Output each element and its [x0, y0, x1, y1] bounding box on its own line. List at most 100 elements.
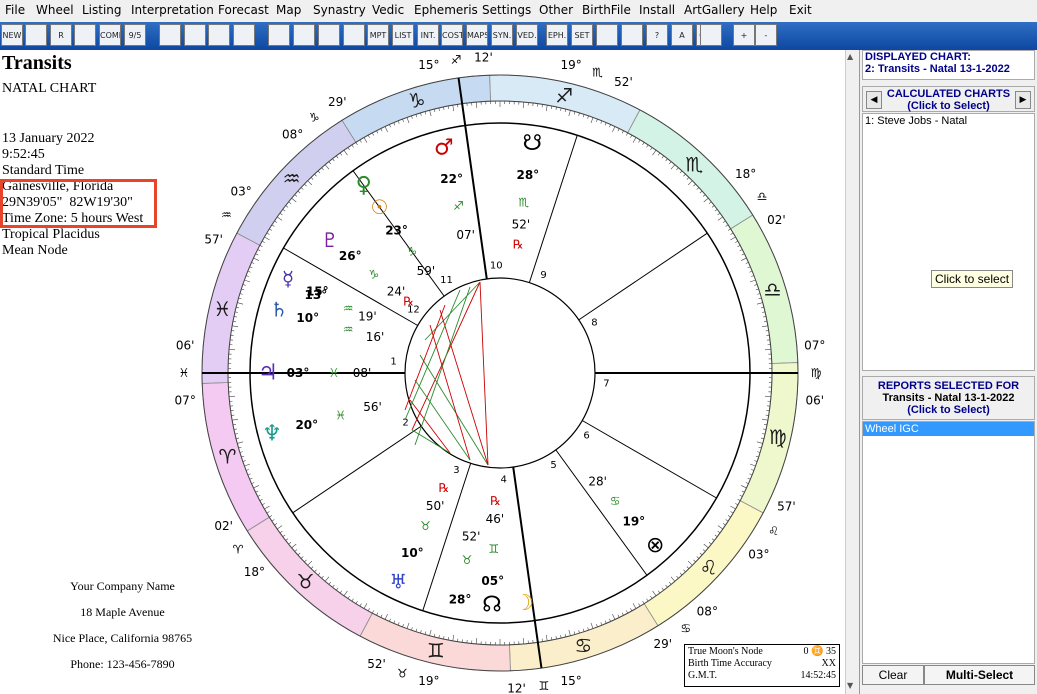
- menu-settings[interactable]: Settings: [482, 3, 531, 17]
- degree-tick: [277, 525, 283, 530]
- menu-map[interactable]: Map: [276, 3, 301, 17]
- vedic-icon[interactable]: VED.: [516, 24, 538, 46]
- cusp-degree: 08°: [697, 604, 718, 618]
- fonts-icon[interactable]: A: [671, 24, 693, 46]
- midpoint-icon[interactable]: MPT: [367, 24, 389, 46]
- cusp-sign: ♋: [680, 622, 691, 636]
- harmonic-icon[interactable]: 9/5: [124, 24, 146, 46]
- menu-listing[interactable]: Listing: [82, 3, 122, 17]
- color-wheel-icon[interactable]: [343, 24, 365, 46]
- multi-select-button[interactable]: Multi-Select: [924, 665, 1035, 685]
- zoom-in-icon[interactable]: +: [733, 24, 755, 46]
- menu-other[interactable]: Other: [539, 3, 573, 17]
- degree-tick: [740, 257, 747, 261]
- sign-glyph: ♑: [408, 88, 426, 112]
- degree-tick: [764, 348, 771, 351]
- wheel-style-icon[interactable]: [268, 24, 290, 46]
- cusp-degree: 15°: [560, 674, 581, 688]
- cusp-minute: 02': [214, 519, 233, 533]
- degree-tick: [740, 485, 747, 489]
- ephemeris-icon[interactable]: EPH.: [546, 24, 568, 46]
- calculated-charts-list[interactable]: 1: Steve Jobs - Natal Click to select: [862, 113, 1035, 371]
- print-icon[interactable]: [208, 24, 230, 46]
- cusp-minute: 03°: [748, 547, 769, 561]
- copy-icon[interactable]: [159, 24, 181, 46]
- menu-install[interactable]: Install: [639, 3, 675, 17]
- menu-synastry[interactable]: Synastry: [313, 3, 366, 17]
- degree-tick: [730, 236, 736, 241]
- degree-tick: [429, 110, 432, 117]
- degree-tick: [730, 505, 736, 510]
- menu-ephemeris[interactable]: Ephemeris: [414, 3, 478, 17]
- help-icon[interactable]: ?: [646, 24, 668, 46]
- info-label-accuracy: Birth Time Accuracy: [688, 658, 772, 669]
- degree-tick: [670, 576, 676, 582]
- synastry-icon[interactable]: SYN.: [491, 24, 513, 46]
- menu-help[interactable]: Help: [750, 3, 777, 17]
- degree-tick: [406, 622, 410, 629]
- planet-glyph: ☽: [514, 591, 534, 616]
- cusp-degree: 07°: [804, 338, 825, 352]
- composite-icon[interactable]: COMP: [99, 24, 121, 46]
- calc-prev-arrow[interactable]: ◀: [866, 91, 882, 109]
- list-icon[interactable]: LIST: [392, 24, 414, 46]
- stars-icon[interactable]: [74, 24, 96, 46]
- house-cusp-line: [292, 425, 422, 514]
- scroll-up-arrow[interactable]: ▲: [847, 52, 853, 61]
- cost-icon[interactable]: COST: [441, 24, 463, 46]
- report-item[interactable]: Wheel IGC: [863, 422, 1034, 436]
- planet-sign: ♉: [462, 553, 473, 567]
- planet-sign: ♓: [335, 409, 346, 423]
- degree-tick: [764, 395, 771, 398]
- timer-icon[interactable]: [621, 24, 643, 46]
- menu-artgallery[interactable]: ArtGallery: [684, 3, 745, 17]
- house-cusp-line: [578, 232, 708, 321]
- menu-birthfile[interactable]: BirthFile: [582, 3, 631, 17]
- wheel-style-3-icon[interactable]: [318, 24, 340, 46]
- print-preview-icon[interactable]: [233, 24, 255, 46]
- menu-interpretation[interactable]: Interpretation: [131, 3, 214, 17]
- degree-tick: [568, 629, 571, 636]
- cusp-minute: 52': [367, 657, 386, 671]
- menu-exit[interactable]: Exit: [789, 3, 812, 17]
- menu-vedic[interactable]: Vedic: [372, 3, 404, 17]
- planet-min: 59': [417, 264, 436, 278]
- reports-header[interactable]: REPORTS SELECTED FOR Transits - Natal 13…: [862, 376, 1035, 420]
- new-chart-icon[interactable]: NEW: [1, 24, 23, 46]
- menu-forecast[interactable]: Forecast: [218, 3, 269, 17]
- chart-wheel: ♐♏♎♍♌♋♊♉♈♓♒♑12345678910111215° ♐ 12'19°♏52…: [175, 50, 826, 694]
- house-number: 4: [501, 474, 507, 485]
- cusp-sign: ♏: [592, 65, 603, 79]
- clear-button[interactable]: Clear: [862, 665, 924, 685]
- menu-file[interactable]: File: [5, 3, 25, 17]
- degree-tick: [717, 216, 723, 221]
- planet-glyph: ☿: [282, 267, 294, 291]
- calc-chart-item[interactable]: 1: Steve Jobs - Natal: [863, 114, 1034, 128]
- cusp-sign: ♉: [397, 667, 408, 681]
- scroll-down-arrow[interactable]: ▼: [847, 681, 853, 690]
- cusp-degree: 08°: [282, 128, 303, 142]
- menu-wheel[interactable]: Wheel: [36, 3, 74, 17]
- calc-next-arrow[interactable]: ▶: [1015, 91, 1031, 109]
- planet-min: 28': [588, 474, 607, 488]
- zoom-out-icon[interactable]: -: [755, 24, 777, 46]
- chart-vertical-scrollbar[interactable]: ▲ ▼: [845, 50, 859, 694]
- degree-tick: [406, 117, 410, 124]
- maps-icon[interactable]: MAPS: [466, 24, 488, 46]
- art-icon[interactable]: [700, 24, 722, 46]
- cusp-degree: 15°: [418, 58, 439, 72]
- clock-icon[interactable]: [596, 24, 618, 46]
- wheel-style-2-icon[interactable]: [293, 24, 315, 46]
- interpretation-icon[interactable]: INT.: [417, 24, 439, 46]
- wheel-icon[interactable]: [25, 24, 47, 46]
- cusp-sign: ♐: [451, 53, 462, 67]
- reports-list[interactable]: Wheel IGC: [862, 421, 1035, 664]
- cusp-sign: ♊: [539, 679, 550, 693]
- toolbar: NEW R COMP9/5 MPTLISTINT.COSTMAPSSYN.VED. EP…: [0, 22, 1037, 50]
- calculated-charts-header[interactable]: ◀ CALCULATED CHARTS (Click to Select) ▶: [862, 86, 1035, 112]
- planet-sign: ♉: [420, 519, 431, 533]
- save-icon[interactable]: [184, 24, 206, 46]
- settings-icon[interactable]: SET: [571, 24, 593, 46]
- reports-icon[interactable]: R: [50, 24, 72, 46]
- degree-tick: [264, 236, 270, 241]
